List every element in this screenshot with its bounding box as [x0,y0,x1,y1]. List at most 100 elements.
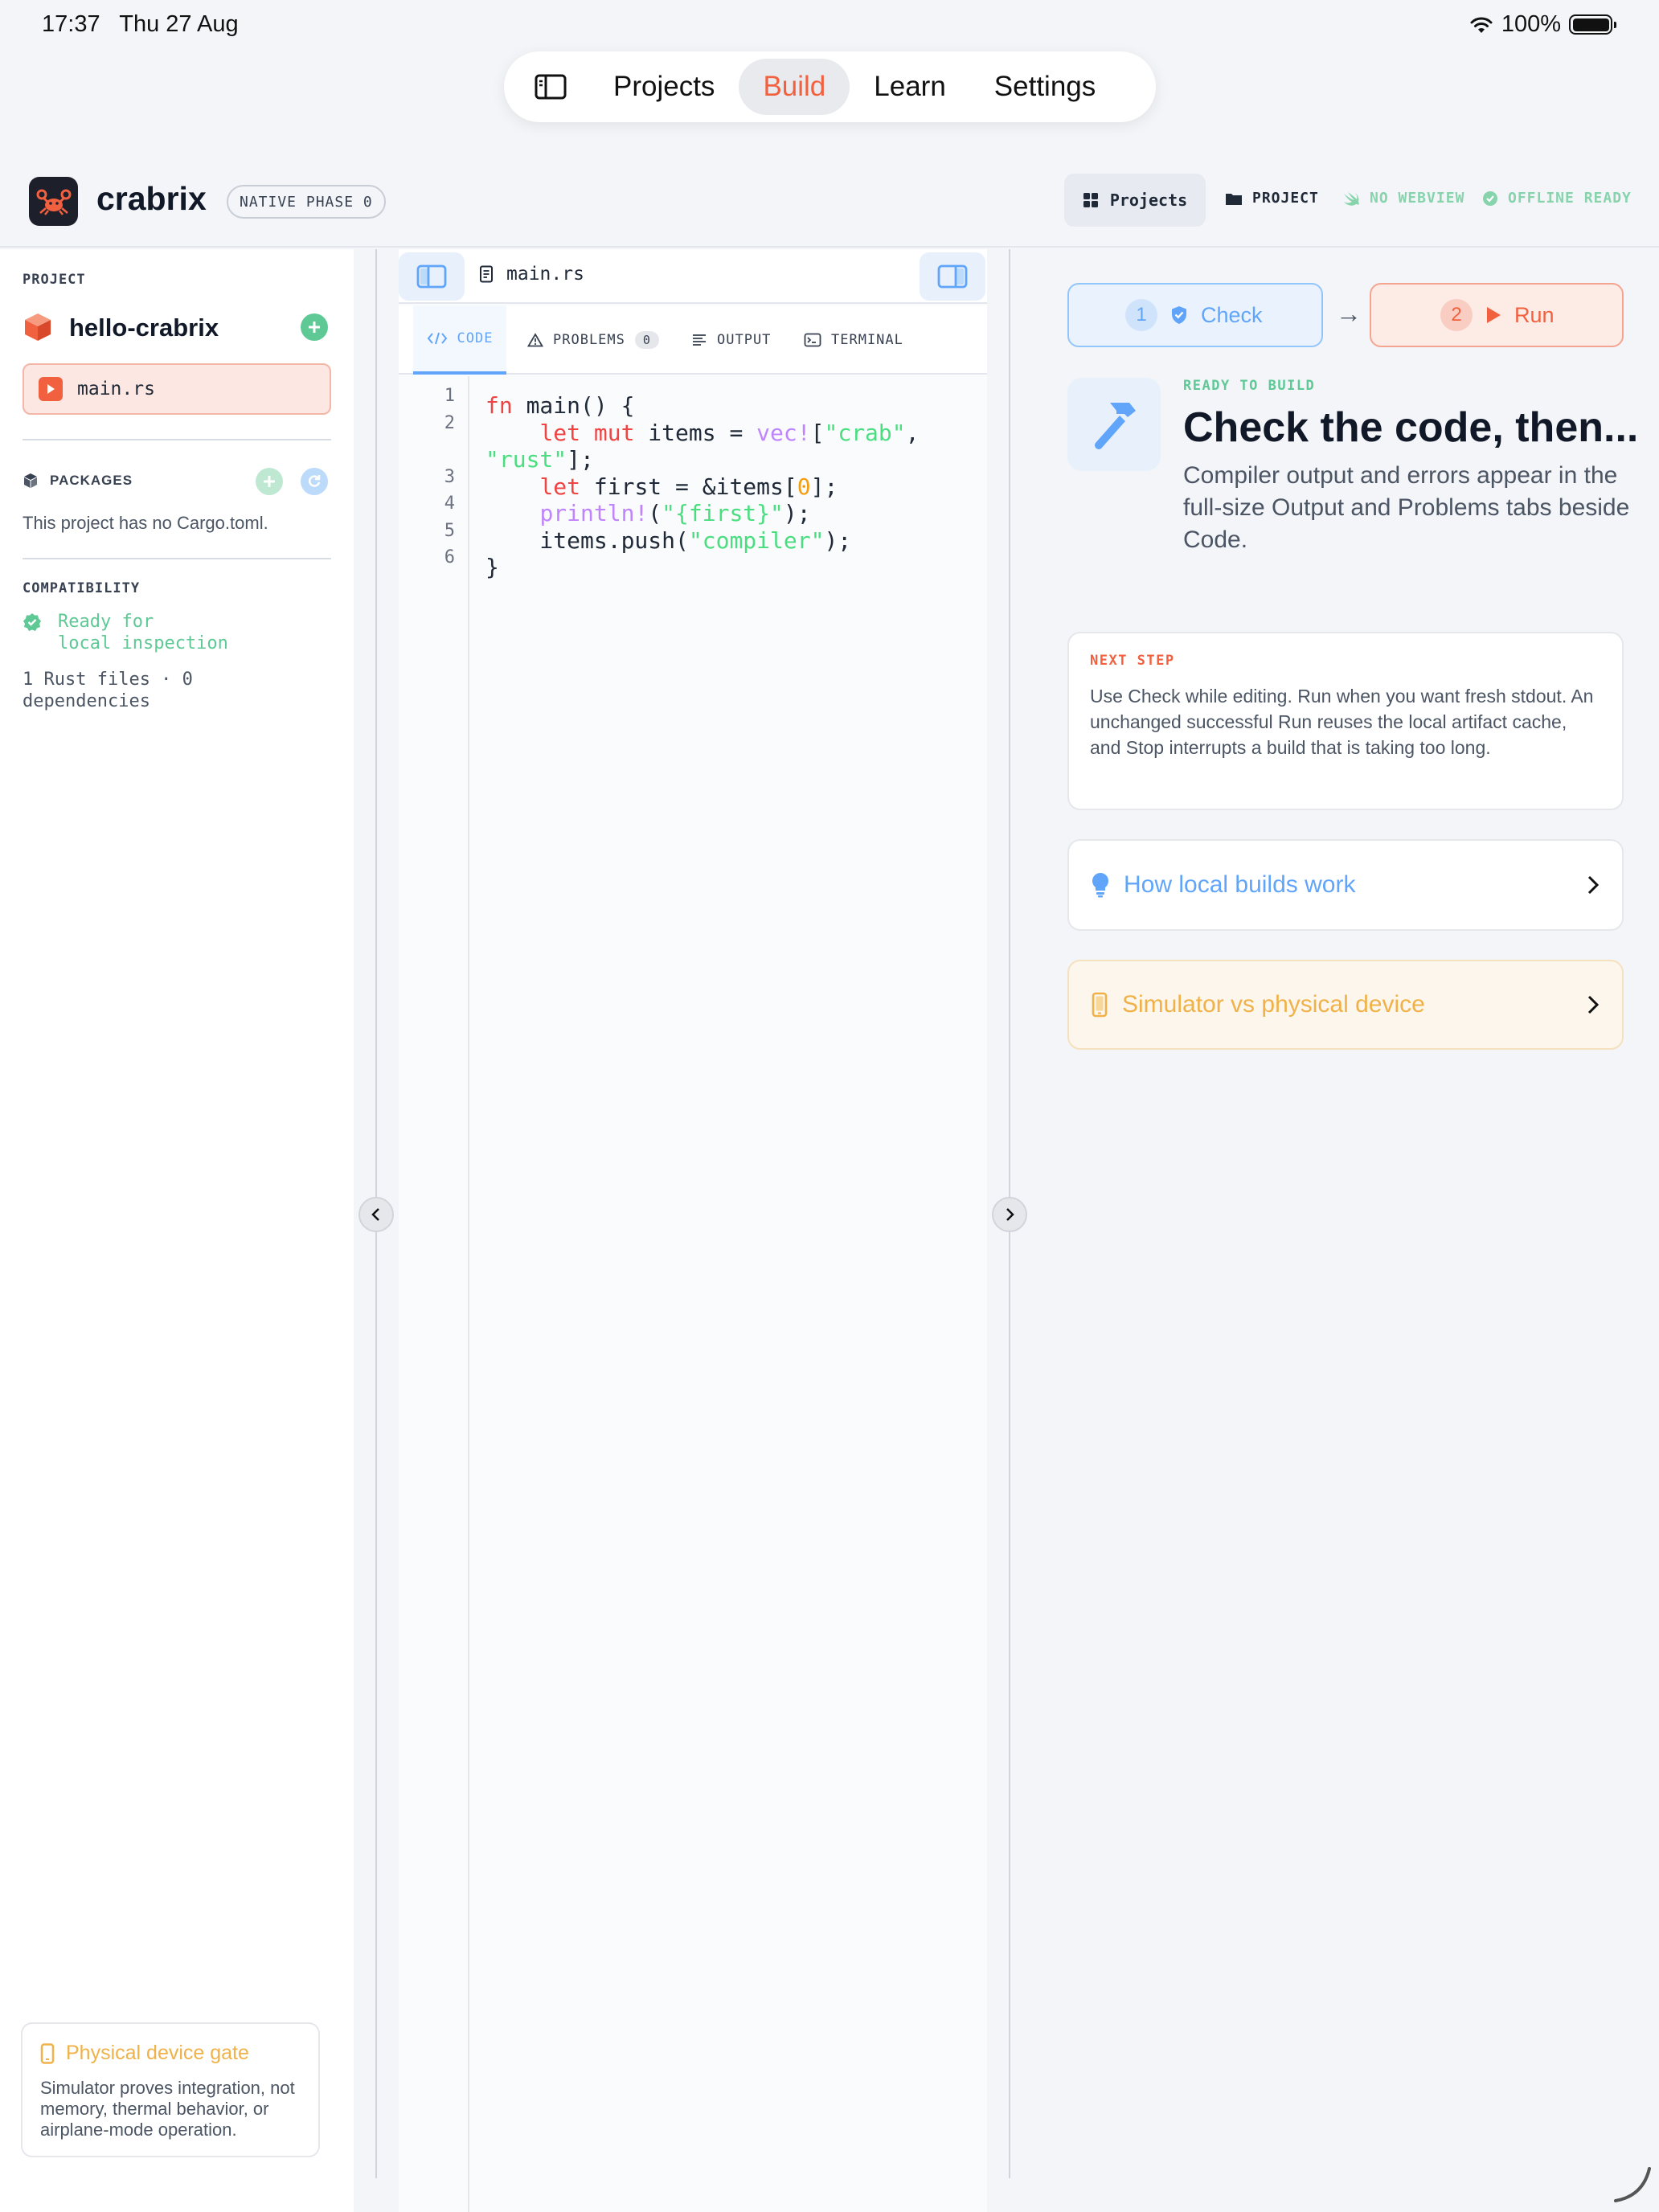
simulator-vs-device-link-label: Simulator vs physical device [1122,991,1425,1018]
webview-indicator-label: NO WEBVIEW [1370,190,1465,207]
line-number: 4 [444,494,455,514]
check-button[interactable]: 1 Check [1067,283,1323,347]
compat-status: Ready for local inspection [23,611,228,654]
ready-to-build-label: READY TO BUILD [1183,378,1316,394]
phase-badge: NATIVE PHASE 0 [227,185,386,219]
run-button[interactable]: 2 Run [1370,283,1624,347]
check-circle-icon [1483,190,1497,206]
compat-ready-line1: Ready for [58,612,154,632]
tab-code[interactable]: CODE [413,305,506,375]
tab-settings[interactable]: Settings [970,59,1120,115]
editor-file-label: main.rs [479,264,584,285]
status-clock: 17:37 [42,11,100,37]
gate-title: Physical device gate [40,2042,301,2065]
sidebar-left-icon [416,264,447,289]
tab-problems-label: PROBLEMS [553,332,625,348]
sidebar-toggle-button[interactable] [512,59,589,115]
battery-icon [1569,14,1616,35]
compat-files-line1: 1 Rust files · 0 [23,670,193,690]
tab-output-label: OUTPUT [717,332,772,348]
packages-section-title: PACKAGES [23,473,133,489]
shield-check-icon [1172,306,1186,324]
project-indicator-label: PROJECT [1252,190,1319,207]
project-section-title: PROJECT [23,272,86,288]
tab-build[interactable]: Build [739,59,850,115]
chevron-left-icon [371,1208,379,1221]
divider [23,558,331,559]
tab-terminal[interactable]: TERMINAL [804,305,903,375]
file-item-main-rs[interactable]: main.rs [23,363,331,415]
next-step-text: Use Check while editing. Run when you wa… [1090,686,1594,758]
battery-percent: 100% [1501,11,1561,37]
run-button-label: Run [1514,302,1555,327]
hero-description: Compiler output and errors appear in the… [1183,462,1630,553]
lines-icon [693,334,706,346]
check-button-label: Check [1201,302,1263,327]
run-step-number: 2 [1440,299,1473,331]
app-name: crabrix [96,180,207,217]
document-icon [480,265,493,283]
top-tab-bar: Projects Build Learn Settings [504,51,1156,122]
collapse-sidebar-handle[interactable] [358,1197,394,1232]
compat-files-count: 1 Rust files · 0 dependencies [23,669,264,712]
compat-files-line2: dependencies [23,691,150,711]
file-item-label: main.rs [77,379,155,399]
phone-icon [1092,992,1108,1018]
check-step-number: 1 [1125,299,1157,331]
projects-button[interactable]: Projects [1064,174,1206,227]
resize-corner-icon [1614,2167,1651,2202]
editor-tab-bar: CODE PROBLEMS 0 OUTPUT TERMINAL [399,305,987,375]
tab-learn[interactable]: Learn [850,59,970,115]
terminal-icon [804,333,821,347]
grid-icon [1083,193,1098,207]
compat-ready-line2: local inspection [58,633,228,653]
offline-indicator: OFFLINE READY [1482,190,1632,207]
code-editor-pane: main.rs CODE PROBLEMS 0 OUTPUT TERMINAL … [399,249,987,2212]
compatibility-section-title: COMPATIBILITY [23,580,141,596]
add-file-button[interactable] [301,313,328,341]
tab-terminal-label: TERMINAL [831,332,903,348]
line-number: 6 [444,547,455,567]
gate-title-label: Physical device gate [66,2042,249,2064]
toggle-left-panel-button[interactable] [399,252,465,301]
sidebar-right-icon [937,264,968,289]
next-step-card: NEXT STEP Use Check while editing. Run w… [1067,632,1624,810]
status-indicators: 100% [1469,11,1616,38]
line-number: 2 [444,413,455,433]
chevron-right-icon [1587,995,1600,1014]
project-indicator: PROJECT [1225,190,1319,207]
webview-indicator: NO WEBVIEW [1342,190,1464,207]
app-header: crabrix NATIVE PHASE 0 Projects PROJECT … [0,166,1659,248]
tab-projects[interactable]: Projects [589,59,739,115]
lightbulb-icon [1092,873,1108,898]
simulator-vs-device-link[interactable]: Simulator vs physical device [1067,960,1624,1050]
project-sidebar: PROJECT hello-crabrix main.rs PACKAGES T… [0,249,354,2212]
tab-problems[interactable]: PROBLEMS 0 [527,305,659,375]
refresh-packages-button[interactable] [301,468,328,495]
local-builds-link[interactable]: How local builds work [1067,839,1624,931]
refresh-icon [308,475,321,487]
hammer-icon [1095,403,1136,449]
add-package-button[interactable] [256,468,283,495]
local-builds-link-label: How local builds work [1124,871,1356,898]
warning-icon [527,333,543,347]
app-logo [29,177,78,226]
editor-file-name: main.rs [506,264,584,285]
chevron-right-icon [1006,1208,1014,1221]
toggle-right-panel-button[interactable] [920,252,985,301]
arrow-right-icon: → [1336,299,1362,328]
hero-icon-tile [1067,378,1161,471]
play-file-icon [39,377,63,401]
gate-text: Simulator proves integration, not memory… [40,2078,295,2140]
physical-device-gate-card: Physical device gate Simulator proves in… [21,2022,320,2157]
plus-icon [309,322,320,333]
project-name: hello-crabrix [69,313,219,342]
collapse-inspector-handle[interactable] [992,1197,1027,1232]
code-brackets-icon [427,332,447,345]
code-text-area[interactable]: fn main() { let mut items = vec!["crab",… [485,392,919,581]
chevron-right-icon [1587,875,1600,895]
plus-icon [264,476,275,487]
editor-toolbar: main.rs [399,249,987,304]
divider [23,439,331,440]
tab-output[interactable]: OUTPUT [691,305,771,375]
